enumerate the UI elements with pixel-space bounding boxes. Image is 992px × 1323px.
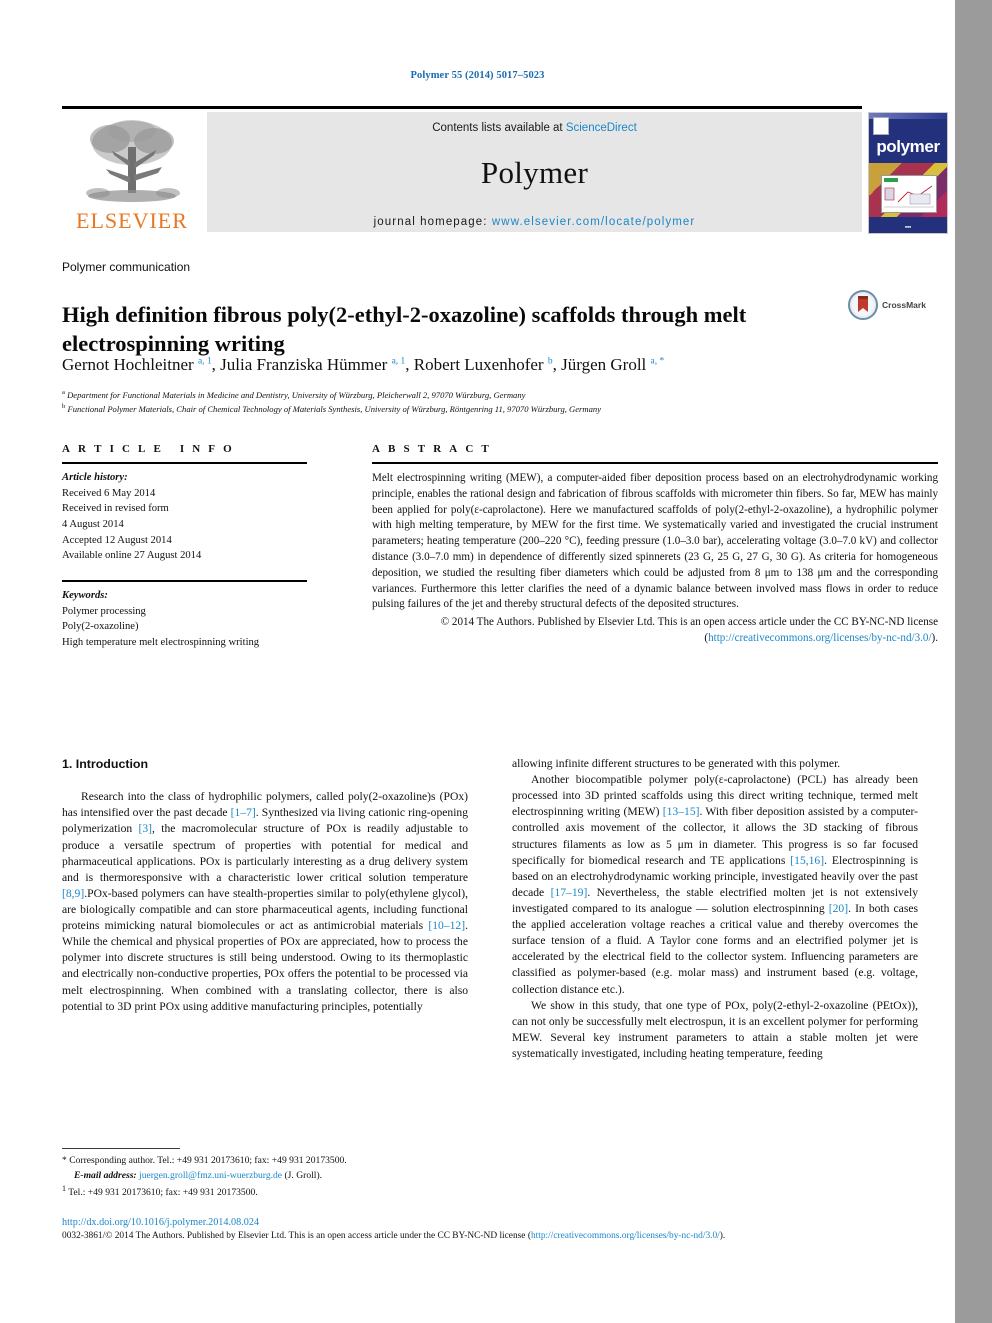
author-list: Gernot Hochleitner a, 1, Julia Franziska…: [62, 355, 665, 374]
footnote-one-text: Tel.: +49 931 20173610; fax: +49 931 201…: [68, 1187, 258, 1199]
footer-license-link[interactable]: http://creativecommons.org/licenses/by-n…: [531, 1231, 720, 1241]
citation-link[interactable]: [8,9]: [62, 887, 84, 900]
masthead-top-rule: [62, 106, 862, 109]
crossmark-label: CrossMark: [882, 300, 926, 310]
contents-available-line: Contents lists available at ScienceDirec…: [207, 112, 862, 134]
right-column-paragraphs: allowing infinite different structures t…: [512, 756, 918, 1062]
article-info-heading: A R T I C L E I N F O: [62, 443, 236, 455]
paper-page: Polymer 55 (2014) 5017–5023 ELSEVIER Con…: [0, 0, 955, 1323]
body-paragraph: Another biocompatible polymer poly(ε-cap…: [512, 772, 918, 998]
footnote-corresponding-text: * Corresponding author. Tel.: +49 931 20…: [62, 1155, 347, 1166]
journal-title: Polymer: [480, 155, 589, 190]
list-item: 4 August 2014: [62, 519, 124, 531]
abstract-copyright: © 2014 The Authors. Published by Elsevie…: [372, 615, 938, 647]
footer-copyright: 0032-3861/© 2014 The Authors. Published …: [62, 1231, 942, 1241]
license-link[interactable]: http://creativecommons.org/licenses/by-n…: [708, 632, 931, 644]
abstract-heading: A B S T R A C T: [372, 443, 493, 455]
article-info-rule: [62, 462, 307, 464]
affiliation-b-text: Functional Polymer Materials, Chair of C…: [67, 404, 602, 415]
footnote-email: E-mail address: juergen.groll@fmz.uni-wu…: [62, 1169, 482, 1184]
email-suffix: (J. Groll).: [284, 1169, 323, 1181]
citation-link[interactable]: [15,16]: [790, 854, 824, 867]
footer-copyright-prefix: 0032-3861/© 2014 The Authors. Published …: [62, 1231, 531, 1241]
footnote-rule: [62, 1148, 180, 1149]
list-item: High temperature melt electrospinning wr…: [62, 637, 260, 649]
email-label: E-mail address:: [74, 1169, 137, 1181]
elsevier-logo: ELSEVIER: [62, 112, 202, 232]
journal-homepage-link[interactable]: www.elsevier.com/locate/polymer: [492, 216, 695, 228]
citation-link[interactable]: [13–15]: [663, 805, 700, 818]
cover-wordmark: polymer: [876, 137, 940, 156]
body-column-right: allowing infinite different structures t…: [512, 756, 918, 1062]
article-history-label: Article history:: [62, 472, 128, 483]
abstract-copyright-tail: ).: [931, 631, 938, 644]
crossmark-badge: CrossMark: [848, 288, 940, 322]
elsevier-wordmark: ELSEVIER: [76, 208, 188, 233]
body-column-left: 1. Introduction Research into the class …: [62, 756, 468, 1015]
list-item: Received in revised form: [62, 503, 169, 515]
body-paragraph: allowing infinite different structures t…: [512, 756, 918, 772]
sciencedirect-link[interactable]: ScienceDirect: [566, 122, 637, 134]
footnote-one: 1 Tel.: +49 931 20173610; fax: +49 931 2…: [62, 1183, 482, 1201]
list-item: Polymer processing: [62, 605, 146, 617]
footer-copyright-suffix: ).: [719, 1231, 726, 1241]
citation-link[interactable]: [10–12]: [428, 919, 465, 932]
left-column-paragraphs: Research into the class of hydrophilic p…: [62, 789, 468, 1015]
keywords-rule: [62, 580, 307, 583]
affiliation-a: a Department for Functional Materials in…: [62, 389, 526, 400]
page-title: High definition fibrous poly(2-ethyl-2-o…: [62, 302, 747, 356]
paragraph-text: allowing infinite different structures t…: [512, 757, 841, 770]
paragraph-text: .POx-based polymers can have stealth-pro…: [62, 886, 468, 933]
citation-link[interactable]: [3]: [139, 822, 153, 835]
page-right-gutter: [955, 0, 992, 1323]
email-link[interactable]: juergen.groll@fmz.uni-wuerzburg.de: [139, 1170, 282, 1181]
journal-homepage-line: journal homepage: www.elsevier.com/locat…: [207, 216, 862, 228]
cover-inset-chart-icon: [882, 176, 936, 212]
cover-badge-icon: [873, 117, 889, 135]
citation-link[interactable]: [1–7]: [231, 806, 256, 819]
cover-inset-figure: [881, 175, 937, 213]
paragraph-text: We show in this study, that one type of …: [512, 998, 918, 1060]
affiliation-a-text: Department for Functional Materials in M…: [67, 389, 526, 400]
footnote-corresponding: * Corresponding author. Tel.: +49 931 20…: [62, 1154, 482, 1169]
citation-link[interactable]: [17–19]: [551, 886, 588, 899]
list-item: Poly(2-oxazoline): [62, 621, 139, 633]
history-list: Received 6 May 2014 Received in revised f…: [62, 486, 307, 564]
running-head: Polymer 55 (2014) 5017–5023: [410, 70, 545, 81]
abstract-text: Melt electrospinning writing (MEW), a co…: [372, 472, 938, 611]
list-item: Accepted 12 August 2014: [62, 534, 172, 546]
doi-link[interactable]: http://dx.doi.org/10.1016/j.polymer.2014…: [62, 1217, 259, 1228]
footnote-one-mark: 1: [62, 1184, 66, 1194]
abstract-rule: [372, 462, 938, 464]
abstract-column: A B S T R A C T Melt electrospinning wri…: [372, 443, 938, 647]
affiliation-b: b Functional Polymer Materials, Chair of…: [62, 403, 602, 415]
article-info-column: A R T I C L E I N F O Article history: R…: [62, 443, 307, 651]
citation-link[interactable]: [20]: [829, 902, 848, 915]
journal-masthead: ELSEVIER Contents lists available at Sci…: [62, 106, 948, 234]
elsevier-tree-icon: [86, 120, 180, 202]
paragraph-text: . In both cases the applied acceleration…: [512, 901, 918, 996]
body-paragraph: Research into the class of hydrophilic p…: [62, 789, 468, 1015]
keywords-list: Polymer processing Poly(2-oxazoline) High …: [62, 604, 307, 651]
affiliations: a Department for Functional Materials in…: [62, 388, 922, 416]
list-item: Received 6 May 2014: [62, 487, 156, 499]
masthead-center-panel: Contents lists available at ScienceDirec…: [207, 112, 862, 232]
section-heading-introduction: 1. Introduction: [62, 757, 149, 771]
list-item: Available online 27 August 2014: [62, 550, 202, 562]
homepage-label: journal homepage:: [373, 216, 492, 228]
paragraph-text: . While the chemical and physical proper…: [62, 919, 468, 1013]
contents-prefix: Contents lists available at: [432, 122, 566, 134]
footnotes-block: * Corresponding author. Tel.: +49 931 20…: [62, 1154, 482, 1201]
journal-cover-thumbnail: polymer ■■■: [868, 112, 948, 234]
article-type-label: Polymer communication: [62, 260, 191, 274]
keywords-label: Keywords:: [62, 590, 108, 602]
body-paragraph: We show in this study, that one type of …: [512, 998, 918, 1062]
article-history: Article history: Received 6 May 2014 Rece…: [62, 470, 307, 564]
keywords-block: Keywords: Polymer processing Poly(2-oxazo…: [62, 588, 307, 651]
crossmark-icon: [848, 290, 878, 320]
cover-footer-text: ■■■: [904, 225, 912, 229]
